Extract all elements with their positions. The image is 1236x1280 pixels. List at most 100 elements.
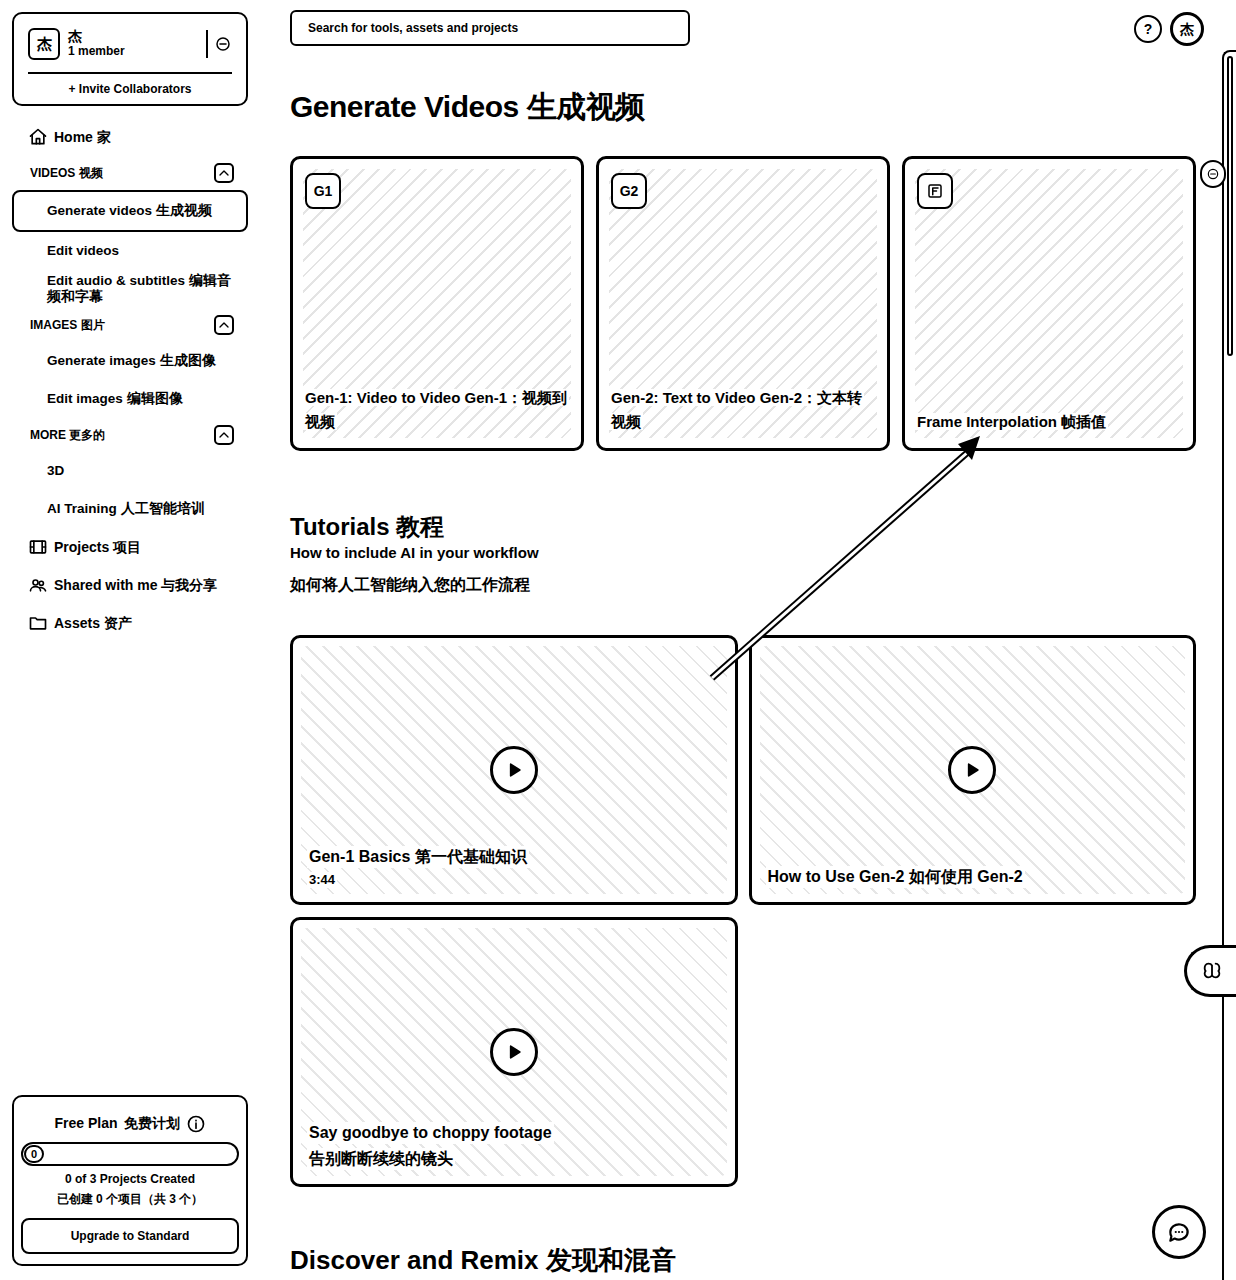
video-card[interactable]: Gen-1 Basics 第一代基础知识 3:44 (290, 635, 738, 905)
section-title: Discover and Remix 发现和混音 (290, 1245, 1196, 1275)
user-avatar[interactable]: 杰 (1170, 12, 1204, 46)
card-caption: Frame Interpolation 帧插值 (915, 410, 1183, 434)
sidebar-subitem[interactable]: AI Training 人工智能培训 (12, 490, 248, 528)
sidebar-label: Generate images 生成图像 (47, 353, 216, 369)
sidebar-label: Generate videos 生成视频 (47, 203, 212, 219)
video-card[interactable]: Say goodbye to choppy footage 告别断断续续的镜头 (290, 917, 738, 1187)
sidebar-label: 3D (47, 463, 64, 479)
section-title: Tutorials 教程 (290, 513, 1196, 541)
card-label: Gen-2: Text to Video Gen-2：文本转视频 (609, 389, 864, 430)
project-count: 0 of 3 Projects Created (65, 1170, 195, 1188)
sidebar-nav: Home 家VIDEOS 视频 Generate videos 生成视频 Edit … (12, 118, 248, 642)
tool-cards: G1 Gen-1: Video to Video Gen-1：视频到视频 G2 Gen… (290, 156, 1196, 451)
play-button[interactable] (490, 1028, 538, 1076)
video-title: Say goodbye to choppy footage (307, 1122, 554, 1144)
play-button[interactable] (490, 746, 538, 794)
sidebar-section[interactable]: MORE 更多的 (12, 418, 248, 452)
upgrade-button[interactable]: Upgrade to Standard (21, 1218, 239, 1254)
project-count-zh: 已创建 0 个项目（共 3 个） (57, 1190, 204, 1208)
help-label: ? (1144, 19, 1153, 40)
video-subtitle: 告别断断续续的镜头 (307, 1148, 455, 1170)
scroll-thumb[interactable] (1227, 56, 1233, 356)
sidebar-item[interactable]: Projects 项目 (12, 528, 248, 566)
workspace-info: 杰1 member (68, 29, 198, 59)
workspace-row: 杰杰1 member (28, 28, 232, 60)
sidebar-subitem[interactable]: Generate images 生成图像 (12, 342, 248, 380)
sidebar-label: Shared with me 与我分享 (54, 575, 217, 596)
sidebar-item[interactable]: Shared with me 与我分享 (12, 566, 248, 604)
upgrade-label: Upgrade to Standard (71, 1227, 190, 1245)
chevron-up-icon[interactable] (214, 163, 234, 183)
workspace-avatar[interactable]: 杰 (28, 28, 60, 60)
badge-text: G1 (314, 181, 333, 202)
card-caption: Gen-2: Text to Video Gen-2：文本转视频 (609, 386, 877, 434)
tool-card[interactable]: Frame Interpolation 帧插值 (902, 156, 1196, 451)
member-count: 1 member (68, 44, 198, 59)
switch-icon (214, 35, 232, 53)
card-label: Gen-1: Video to Video Gen-1：视频到视频 (303, 389, 569, 430)
sidebar-label: AI Training 人工智能培训 (47, 501, 205, 517)
folder-icon (28, 613, 48, 633)
video-duration: 3:44 (307, 872, 337, 888)
tool-badge: G2 (611, 173, 647, 209)
tool-card[interactable]: G1 Gen-1: Video to Video Gen-1：视频到视频 (290, 156, 584, 451)
section-label: IMAGES 图片 (30, 316, 105, 334)
card-preview (915, 169, 1183, 438)
plan-name-zh: 免费计划 (124, 1113, 180, 1134)
info-icon (186, 1114, 206, 1134)
chat-icon (1166, 1219, 1192, 1245)
progress-track: 0 (21, 1142, 239, 1166)
search-input[interactable] (308, 12, 672, 44)
video-title: Gen-1 Basics 第一代基础知识 (307, 846, 529, 868)
annotation-arrow-icon (0, 0, 1236, 1280)
sidebar-subitem[interactable]: Edit images 编辑图像 (12, 380, 248, 418)
progress-value: 0 (31, 1146, 37, 1163)
side-panel-toggle[interactable] (1200, 160, 1226, 188)
sidebar-subitem[interactable]: Generate videos 生成视频 (12, 190, 248, 232)
avatar-letter: 杰 (1180, 19, 1194, 40)
workspace-card: 杰杰1 member+ Invite Collaborators (12, 12, 248, 106)
sidebar-label: Edit videos (47, 243, 119, 259)
sidebar-subitem[interactable]: Edit audio & subtitles 编辑音频和字幕 (12, 270, 248, 308)
sidebar-item[interactable]: Home 家 (12, 118, 248, 156)
scrollbar[interactable] (1222, 50, 1236, 1280)
tool-badge: G1 (305, 173, 341, 209)
sidebar-label: Projects 项目 (54, 537, 141, 558)
sidebar-section[interactable]: VIDEOS 视频 (12, 156, 248, 190)
assistant-tab[interactable] (1184, 945, 1236, 997)
video-caption: Say goodbye to choppy footage 告别断断续续的镜头 (307, 1122, 721, 1170)
sidebar-label: Assets 资产 (54, 613, 132, 634)
home-icon (28, 127, 48, 147)
plan-card: Free Plan 免费计划 0 0 of 3 Projects Created 已创建… (12, 1095, 248, 1266)
badge-text: G2 (620, 181, 639, 202)
invite-button[interactable]: + Invite Collaborators (68, 80, 191, 98)
toggle-icon (1206, 167, 1220, 181)
section-subtitle-zh: 如何将人工智能纳入您的工作流程 (290, 575, 1196, 595)
avatar-letter: 杰 (37, 33, 52, 56)
chevron-up-icon[interactable] (214, 425, 234, 445)
film-icon (28, 537, 48, 557)
sidebar: 杰杰1 member+ Invite CollaboratorsHome 家VI… (0, 0, 250, 1280)
tool-card[interactable]: G2 Gen-2: Text to Video Gen-2：文本转视频 (596, 156, 890, 451)
sidebar-section[interactable]: IMAGES 图片 (12, 308, 248, 342)
play-button[interactable] (948, 746, 996, 794)
sidebar-subitem[interactable]: 3D (12, 452, 248, 490)
workspace-switch[interactable] (206, 30, 232, 58)
video-caption: Gen-1 Basics 第一代基础知识 3:44 (307, 846, 721, 888)
progress-reading: 0 (24, 1145, 44, 1163)
video-title: How to Use Gen-2 如何使用 Gen-2 (766, 866, 1025, 888)
help-button[interactable]: ? (1134, 15, 1162, 43)
sidebar-item[interactable]: Assets 资产 (12, 604, 248, 642)
search-box (290, 10, 690, 46)
invite-row: + Invite Collaborators (28, 72, 232, 98)
sidebar-label: Edit images 编辑图像 (47, 391, 183, 407)
sidebar-subitem[interactable]: Edit videos (12, 232, 248, 270)
tool-badge (917, 173, 953, 209)
chat-button[interactable] (1152, 1205, 1206, 1259)
plan-name: Free Plan (54, 1113, 117, 1134)
video-card[interactable]: How to Use Gen-2 如何使用 Gen-2 (749, 635, 1197, 905)
workspace-name: 杰 (68, 29, 198, 44)
section-label: MORE 更多的 (30, 426, 105, 444)
chevron-up-icon[interactable] (214, 315, 234, 335)
people-icon (28, 575, 48, 595)
